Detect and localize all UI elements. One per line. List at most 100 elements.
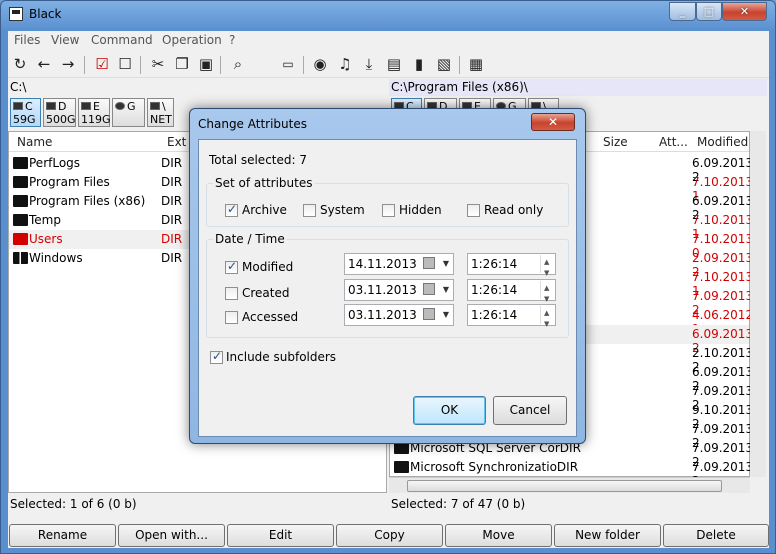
accessed-time-input[interactable]: 1:26:14 [467,303,556,334]
modified-checkbox[interactable] [225,259,238,274]
maximize-button[interactable]: □ [696,2,722,21]
column-size[interactable]: Size [603,135,628,149]
archive-icon[interactable]: ▤ [384,54,404,74]
menu-view[interactable]: View [51,33,79,47]
calendar-icon[interactable] [423,283,435,295]
change-attributes-dialog: Change Attributes ✕ Total selected: 7 Se… [189,108,586,444]
dialog-close-button[interactable]: ✕ [531,113,575,131]
hidden-checkbox[interactable] [382,204,395,217]
accessed-label: Accessed [242,310,299,324]
left-path: C:\ [10,80,27,94]
file-row[interactable]: Microsoft SynchronizatioDIR7.09.2013 2 [390,458,753,488]
close-button[interactable]: ✕ [722,2,767,21]
date-time-group-title: Date / Time [213,232,287,246]
created-checkbox[interactable] [225,287,238,300]
windows-folder-icon [13,252,28,264]
back-icon[interactable]: ← [34,54,54,74]
folder-icon [13,233,28,245]
time-spinner[interactable] [540,303,554,334]
total-selected-label: Total selected: 7 [209,153,307,167]
created-time-input[interactable]: 1:26:14 [467,278,556,309]
dialog-title: Change Attributes [198,117,307,131]
uncheck-icon[interactable]: ☐ [115,54,135,74]
folder-icon [394,461,409,473]
attributes-group-title: Set of attributes [213,176,315,190]
toolbar-separator [84,56,85,74]
function-key-bar: Rename Open with... Edit Copy Move New f… [8,524,769,548]
right-vertical-scrollbar[interactable] [750,131,766,477]
modified-label: Modified [242,260,294,274]
rename-button[interactable]: Rename [9,524,116,547]
menu-command[interactable]: Command [91,33,153,47]
paste-icon[interactable]: ▣ [196,54,216,74]
delete-button[interactable]: Delete [663,524,769,547]
archive-checkbox[interactable] [225,202,238,217]
include-subfolders-checkbox[interactable] [210,349,223,364]
column-name[interactable]: Name [17,135,52,149]
media-icon[interactable]: ◉ [310,54,330,74]
calendar-icon[interactable] [423,257,435,269]
minimize-button[interactable]: _ [669,2,696,21]
new-folder-button[interactable]: New folder [554,524,661,547]
edit-button[interactable]: Edit [227,524,334,547]
terminal-icon[interactable]: ▭ [278,54,298,74]
time-spinner[interactable] [540,252,554,283]
drive-g-button[interactable]: G [112,98,145,127]
drive-e-button[interactable]: E 119G [78,98,111,127]
chevron-down-icon[interactable]: ▼ [443,254,449,274]
modified-date-picker[interactable]: 14.11.2013 ▼ [344,253,454,275]
drive-d-button[interactable]: D 500G [43,98,76,127]
window-title: Black [29,7,62,21]
column-ext[interactable]: Ext [167,135,186,149]
menu-bar: Files View Command Operation ? [8,31,769,49]
title-bar: Black _ □ ✕ [1,1,775,29]
folder-icon [13,214,28,226]
grid-icon[interactable]: ▦ [466,54,486,74]
menu-files[interactable]: Files [14,33,40,47]
time-spinner[interactable] [540,278,554,309]
attributes-group: Set of attributes Archive System Hidden … [206,176,569,227]
dialog-body: Total selected: 7 Set of attributes Arch… [198,139,577,437]
move-button[interactable]: Move [445,524,552,547]
forward-icon[interactable]: → [58,54,78,74]
find-icon[interactable]: ⌕ [228,54,248,74]
drive-icon[interactable]: ▮ [409,54,429,74]
refresh-icon[interactable]: ↻ [10,54,30,74]
calendar-icon[interactable] [423,308,435,320]
read-only-checkbox[interactable] [467,204,480,217]
left-status: Selected: 1 of 6 (0 b) [10,497,137,511]
download-icon[interactable]: ⤓ [359,54,379,74]
copy-button[interactable]: Copy [336,524,443,547]
right-status: Selected: 7 of 47 (0 b) [391,497,526,511]
include-subfolders-label: Include subfolders [226,350,337,364]
drive-net-button[interactable]: \ NET [147,98,174,127]
music-icon[interactable]: ♫ [335,54,355,74]
column-attributes[interactable]: Att... [659,135,688,149]
image-icon[interactable]: ▧ [434,54,454,74]
modified-time-input[interactable]: 1:26:14 [467,252,556,283]
toolbar-separator [140,56,141,74]
toolbar-separator [220,56,221,74]
cancel-button[interactable]: Cancel [493,396,567,425]
created-label: Created [242,286,290,300]
scroll-thumb[interactable] [407,480,722,492]
accessed-date-picker[interactable]: 03.11.2013 ▼ [344,304,454,326]
chevron-down-icon[interactable]: ▼ [443,280,449,300]
copy-icon[interactable]: ❐ [172,54,192,74]
ok-button[interactable]: OK [413,396,486,425]
cut-icon[interactable]: ✂ [148,54,168,74]
menu-help[interactable]: ? [229,33,235,47]
accessed-checkbox[interactable] [225,311,238,324]
chevron-down-icon[interactable]: ▼ [443,305,449,325]
read-only-label: Read only [484,203,544,217]
right-horizontal-scrollbar[interactable] [389,477,750,493]
check-all-icon[interactable]: ☑ [92,54,112,74]
open-with-button[interactable]: Open with... [118,524,225,547]
toolbar-separator [303,56,304,74]
column-modified[interactable]: Modified [697,135,748,149]
menu-operation[interactable]: Operation [162,33,222,47]
created-date-picker[interactable]: 03.11.2013 ▼ [344,279,454,301]
folder-icon [13,157,28,169]
system-checkbox[interactable] [303,204,316,217]
drive-c-button[interactable]: C 59G [10,98,41,127]
